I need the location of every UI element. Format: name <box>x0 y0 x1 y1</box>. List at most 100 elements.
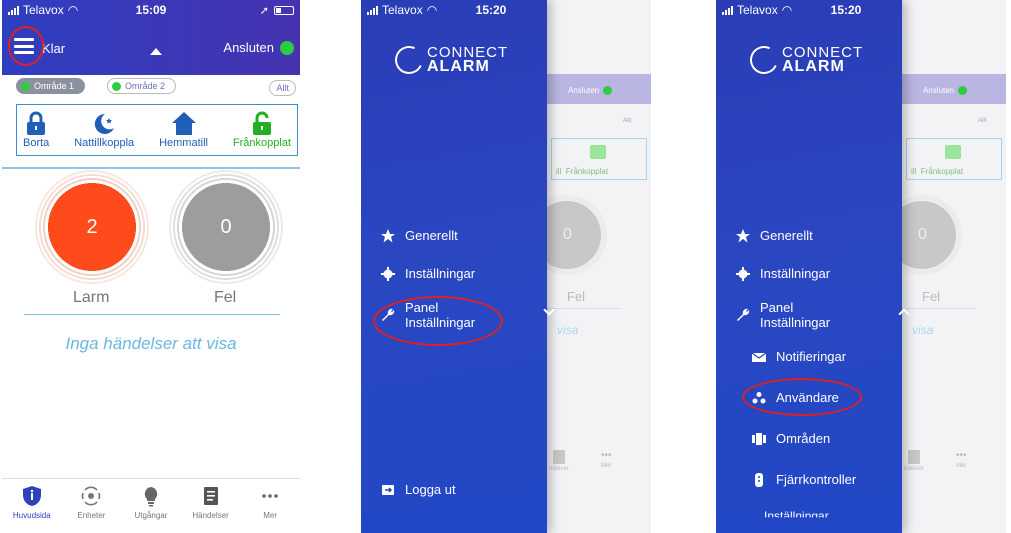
dimmed-connection: Ansluten <box>568 86 613 95</box>
document-icon <box>203 487 218 505</box>
clock: 15:09 <box>135 3 167 17</box>
mode-label: Borta <box>23 137 50 149</box>
mode-borta[interactable]: Borta <box>23 111 49 155</box>
menu-item-remotes[interactable]: Fjärrkontroller <box>752 472 856 487</box>
logout-icon <box>382 484 394 495</box>
home-icon <box>171 112 196 135</box>
header-row: Klar Ansluten <box>2 34 300 62</box>
gear-icon <box>736 266 750 281</box>
wifi-icon: ◠ <box>426 3 438 17</box>
divider <box>2 167 300 169</box>
menu-item-areas[interactable]: Områden <box>752 431 830 446</box>
dimmed-all-label: Allt <box>623 118 632 124</box>
fault-label: Fel <box>214 289 237 306</box>
menu-item-settings[interactable]: Inställningar <box>736 266 830 281</box>
area-label: Område 1 <box>34 81 75 91</box>
menu-item-general[interactable]: Generellt <box>736 228 813 243</box>
tab-label: Huvudsida <box>12 511 51 520</box>
mode-frankopplat[interactable]: Frånkopplat <box>233 111 291 155</box>
menu-label: Generellt <box>760 228 813 243</box>
connected-indicator <box>280 40 294 55</box>
signal-icon <box>367 5 378 15</box>
collapse-icon[interactable] <box>150 48 162 55</box>
dimmed-mode-box: ill Frånkopplat <box>551 138 647 180</box>
fault-gauge[interactable]: 0 <box>169 170 283 284</box>
mode-nattillkoppla[interactable]: Nattillkoppla <box>74 111 134 155</box>
fault-count: 0 <box>220 215 232 238</box>
carrier-label: Telavox <box>382 3 423 17</box>
tab-mer[interactable]: Mer <box>242 485 298 533</box>
alarm-gauge[interactable]: 2 <box>35 170 149 284</box>
all-areas-button[interactable]: Allt <box>269 80 296 96</box>
menu-item-logout[interactable]: Logga ut <box>381 482 456 497</box>
menu-label: Områden <box>776 431 831 446</box>
divider <box>24 314 280 315</box>
system-status: Klar <box>42 41 66 56</box>
dimmed-divider <box>547 308 621 309</box>
tab-enheter[interactable]: Enheter <box>63 485 119 533</box>
app-logo: CONNECT ALARM <box>746 42 863 78</box>
dimmed-divider <box>902 308 976 309</box>
sensor-icon <box>82 486 101 506</box>
tab-label: Utgångar <box>134 511 168 520</box>
menu-label: Fjärrkontroller <box>776 472 857 487</box>
star-icon <box>381 228 395 242</box>
dimmed-connection-label: Ansluten <box>923 86 955 95</box>
unlock-icon <box>590 145 606 159</box>
logo-mark-icon <box>746 42 782 78</box>
document-icon <box>552 450 565 464</box>
area-pill-1[interactable]: Område 1 <box>16 78 86 94</box>
document-icon <box>907 450 920 464</box>
shield-icon <box>22 486 41 506</box>
status-bar: Telavox ◠ 15:20 <box>361 0 651 20</box>
battery-icon <box>274 5 294 15</box>
more-icon <box>262 494 278 498</box>
area-pill-2[interactable]: Område 2 <box>107 78 177 94</box>
logo-line-2: ALARM <box>427 58 490 75</box>
menu-item-panel-settings[interactable]: Panel Inställningar <box>736 300 910 330</box>
alarm-label: Larm <box>73 289 110 306</box>
status-bar: Telavox ◠ 15:09 ➚ <box>2 0 300 20</box>
dimmed-empty-message: visa <box>912 323 934 337</box>
tab-utgangar[interactable]: Utgångar <box>123 485 179 533</box>
area-selector: Område 1 Område 2 <box>2 76 300 96</box>
logo-line-2: ALARM <box>782 58 845 75</box>
dimmed-connection: Ansluten <box>923 86 968 95</box>
menu-item-general[interactable]: Generellt <box>381 228 458 243</box>
star-icon <box>736 228 750 242</box>
signal-icon <box>722 5 733 15</box>
menu-item-settings[interactable]: Inställningar <box>381 266 475 281</box>
area-label: Område 2 <box>125 81 166 91</box>
menu-label: Inställningar <box>405 266 476 281</box>
dimmed-tab-events: ndelser <box>904 450 924 472</box>
mode-hemmatill[interactable]: Hemmatill <box>159 111 208 155</box>
dimmed-tab-more: ••• Mer <box>956 450 967 469</box>
unlock-icon <box>252 111 271 135</box>
menu-label-line-1: Panel <box>760 300 794 315</box>
tab-huvudsida[interactable]: Huvudsida <box>4 485 60 533</box>
dimmed-all-label: Allt <box>978 118 987 124</box>
menu-item-cut-off[interactable]: Inställningar <box>764 509 829 517</box>
navigation-drawer: Telavox ◠ 15:20 CONNECT ALARM Generellt I… <box>716 0 910 533</box>
logo-mark-icon <box>391 42 427 78</box>
dimmed-tab-more: ••• Mer <box>601 450 612 469</box>
highlight-circle <box>742 378 862 416</box>
tab-bar: Huvudsida Enheter Utgångar Händelser Mer <box>2 478 300 533</box>
clock: 15:20 <box>830 3 862 17</box>
tab-handelser[interactable]: Händelser <box>183 485 239 533</box>
remote-icon <box>755 472 763 487</box>
mode-label: Nattillkoppla <box>74 137 135 149</box>
mode-label: Hemmatill <box>159 137 208 149</box>
dimmed-empty-message: visa <box>557 323 579 337</box>
arm-mode-panel: Borta Nattillkoppla Hemmatill Frånkoppla… <box>16 104 298 156</box>
tab-label: Händelser <box>192 511 229 520</box>
menu-label: Generellt <box>405 228 458 243</box>
dimmed-mode-box: ill Frånkopplat <box>906 138 1002 180</box>
empty-events-message: Inga händelser att visa <box>65 334 237 353</box>
menu-label: Inställningar <box>760 266 831 281</box>
menu-label-line-2: Inställningar <box>760 315 831 330</box>
dimmed-fault-label: Fel <box>567 289 586 304</box>
menu-label: Logga ut <box>405 482 456 497</box>
tab-label: Enheter <box>77 511 106 520</box>
menu-item-notifications[interactable]: Notifieringar <box>752 349 846 364</box>
